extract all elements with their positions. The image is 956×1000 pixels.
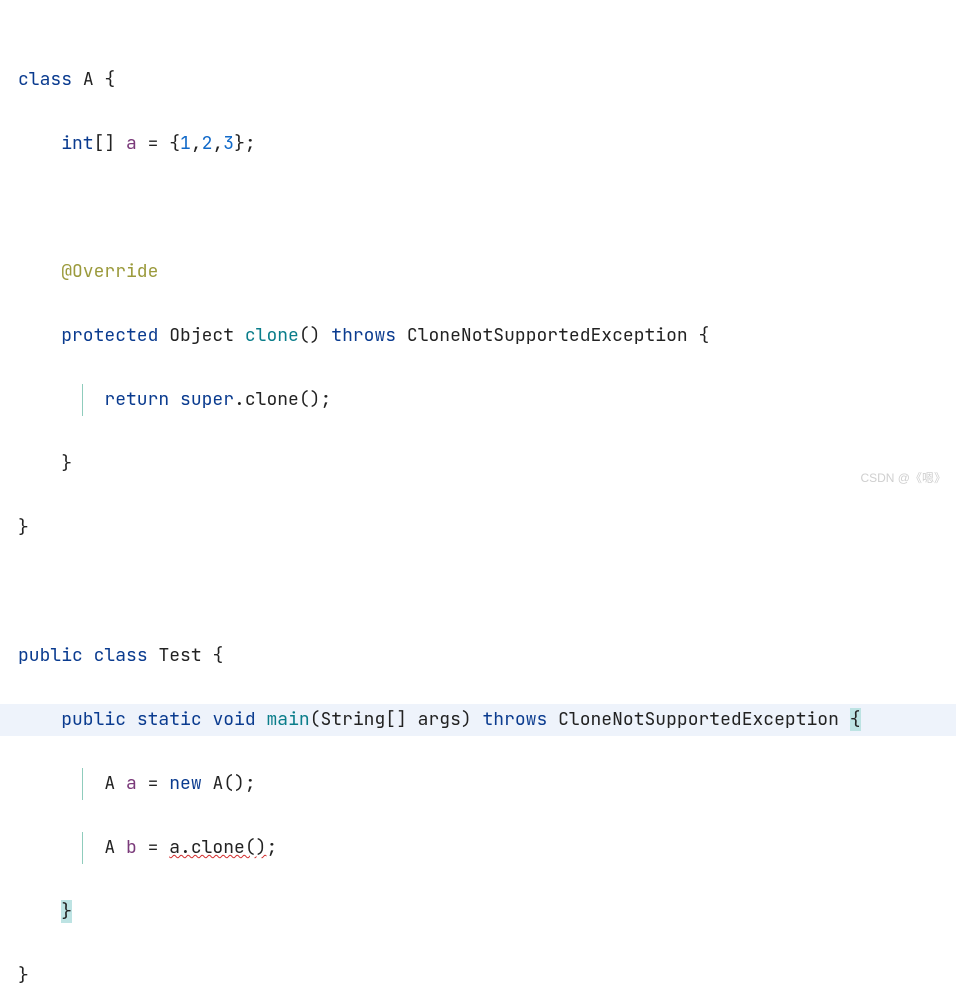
comma: , [191, 132, 202, 155]
exception-name: CloneNotSupportedException [407, 324, 688, 347]
method-call: clone [245, 388, 299, 411]
code-line[interactable]: } [0, 448, 956, 480]
number-literal: 1 [180, 132, 191, 155]
semicolon: ; [266, 836, 277, 859]
keyword-class: class [18, 68, 72, 91]
indent-guide [82, 768, 83, 800]
annotation-override: @Override [61, 260, 158, 283]
keyword-public: public [18, 644, 83, 667]
method-main: main [266, 708, 309, 731]
keyword-new: new [169, 772, 201, 795]
dot: . [234, 388, 245, 411]
code-line-empty[interactable] [0, 576, 956, 608]
keyword-protected: protected [61, 324, 158, 347]
code-line[interactable]: } [0, 512, 956, 544]
method-clone: clone [245, 324, 299, 347]
keyword-void: void [212, 708, 255, 731]
code-editor[interactable]: class A { int[] a = {1,2,3}; @Override p… [0, 0, 956, 500]
code-line-active[interactable]: public static void main(String[] args) t… [0, 704, 956, 736]
code-line[interactable]: int[] a = {1,2,3}; [0, 128, 956, 160]
keyword-throws: throws [331, 324, 396, 347]
code-line[interactable]: } [0, 896, 956, 928]
code-line[interactable]: } [0, 960, 956, 992]
class-name: Test [158, 644, 201, 667]
variable-a: a [126, 772, 137, 795]
brace-close: } [61, 452, 72, 475]
code-line[interactable]: public class Test { [0, 640, 956, 672]
array-brackets: [] [94, 132, 126, 155]
code-line[interactable]: @Override [0, 256, 956, 288]
type-a: A [104, 772, 126, 795]
parens: () [299, 324, 321, 347]
brace-open: { [94, 68, 116, 91]
brace-close: } [18, 516, 29, 539]
number-literal: 3 [223, 132, 234, 155]
keyword-super: super [180, 388, 234, 411]
keyword-class: class [94, 644, 148, 667]
keyword-public: public [61, 708, 126, 731]
class-name: A [83, 68, 94, 91]
equals: = { [137, 132, 180, 155]
comma: , [212, 132, 223, 155]
keyword-static: static [137, 708, 202, 731]
params: (String[] args) [310, 708, 472, 731]
variable-a: a [126, 132, 137, 155]
indent-guide [82, 832, 83, 864]
code-line[interactable]: return super.clone(); [0, 384, 956, 416]
indent-guide [82, 384, 83, 416]
variable-b: b [126, 836, 137, 859]
brace-open: { [688, 324, 710, 347]
code-line[interactable]: class A { [0, 64, 956, 96]
code-line-empty[interactable] [0, 192, 956, 224]
brace-close-semi: }; [234, 132, 256, 155]
constructor-call: A(); [202, 772, 256, 795]
error-expression[interactable]: a.clone() [169, 836, 266, 859]
type-object: Object [169, 324, 234, 347]
watermark-text: CSDN @《嗯》 [860, 462, 946, 494]
brace-open: { [202, 644, 224, 667]
type-a: A [104, 836, 126, 859]
brace-close-match: } [61, 900, 72, 923]
keyword-throws: throws [482, 708, 547, 731]
equals: = [137, 836, 169, 859]
parens-semi: (); [299, 388, 331, 411]
keyword-int: int [61, 132, 93, 155]
exception-name: CloneNotSupportedException [558, 708, 850, 731]
equals: = [137, 772, 169, 795]
code-line[interactable]: A a = new A(); [0, 768, 956, 800]
brace-close: } [18, 964, 29, 987]
keyword-return: return [104, 388, 169, 411]
code-line[interactable]: A b = a.clone(); [0, 832, 956, 864]
brace-open-cursor: { [850, 708, 861, 731]
number-literal: 2 [202, 132, 213, 155]
code-line[interactable]: protected Object clone() throws CloneNot… [0, 320, 956, 352]
